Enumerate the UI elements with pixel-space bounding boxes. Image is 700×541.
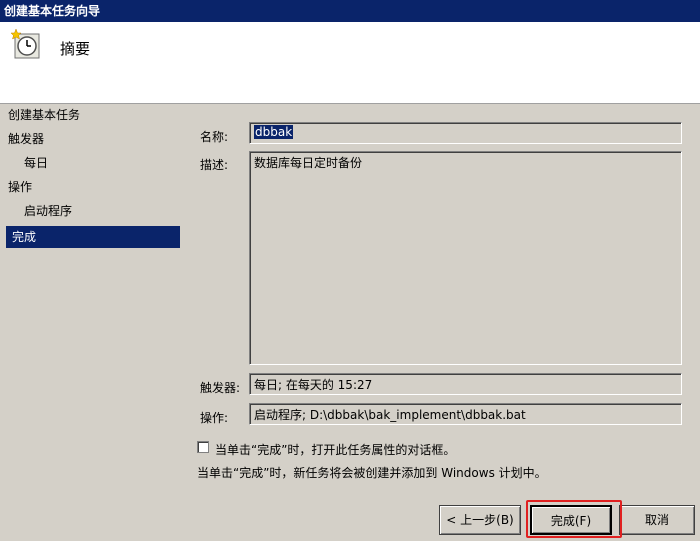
open-properties-checkbox[interactable] (197, 441, 209, 453)
step-action[interactable]: 操作 (4, 176, 178, 198)
step-start-program[interactable]: 启动程序 (6, 200, 180, 222)
trigger-label: 触发器: (200, 381, 241, 395)
wizard-header: 摘要 (0, 22, 700, 104)
open-properties-label[interactable]: 当单击“完成”时，打开此任务属性的对话框。 (215, 441, 455, 458)
action-label: 操作: (200, 411, 229, 425)
action-field[interactable]: 启动程序; D:\dbbak\bak_implement\dbbak.bat (249, 403, 682, 425)
clock-task-icon (10, 28, 40, 59)
trigger-field[interactable]: 每日; 在每天的 15:27 (249, 373, 682, 395)
description-value: 数据库每日定时备份 (254, 156, 363, 170)
back-button[interactable]: < 上一步(B) (439, 505, 521, 535)
trigger-value: 每日; 在每天的 15:27 (254, 378, 373, 392)
description-field[interactable]: 数据库每日定时备份 (249, 151, 682, 365)
step-finish[interactable]: 完成 (6, 226, 180, 248)
name-value: dbbak (254, 125, 294, 139)
info-text: 当单击“完成”时，新任务将会被创建并添加到 Windows 计划中。 (197, 466, 547, 480)
page-title: 摘要 (60, 40, 91, 58)
step-create-basic-task[interactable]: 创建基本任务 (4, 104, 178, 126)
step-trigger[interactable]: 触发器 (4, 128, 178, 150)
finish-highlight-box (526, 500, 622, 538)
description-label: 描述: (200, 158, 229, 172)
name-field[interactable]: dbbak (249, 122, 682, 144)
cancel-button[interactable]: 取消 (619, 505, 695, 535)
action-value: 启动程序; D:\dbbak\bak_implement\dbbak.bat (254, 408, 526, 422)
name-label: 名称: (200, 130, 229, 144)
step-daily[interactable]: 每日 (6, 152, 180, 174)
window-title: 创建基本任务向导 (4, 4, 101, 18)
window-title-bar: 创建基本任务向导 (0, 0, 700, 22)
